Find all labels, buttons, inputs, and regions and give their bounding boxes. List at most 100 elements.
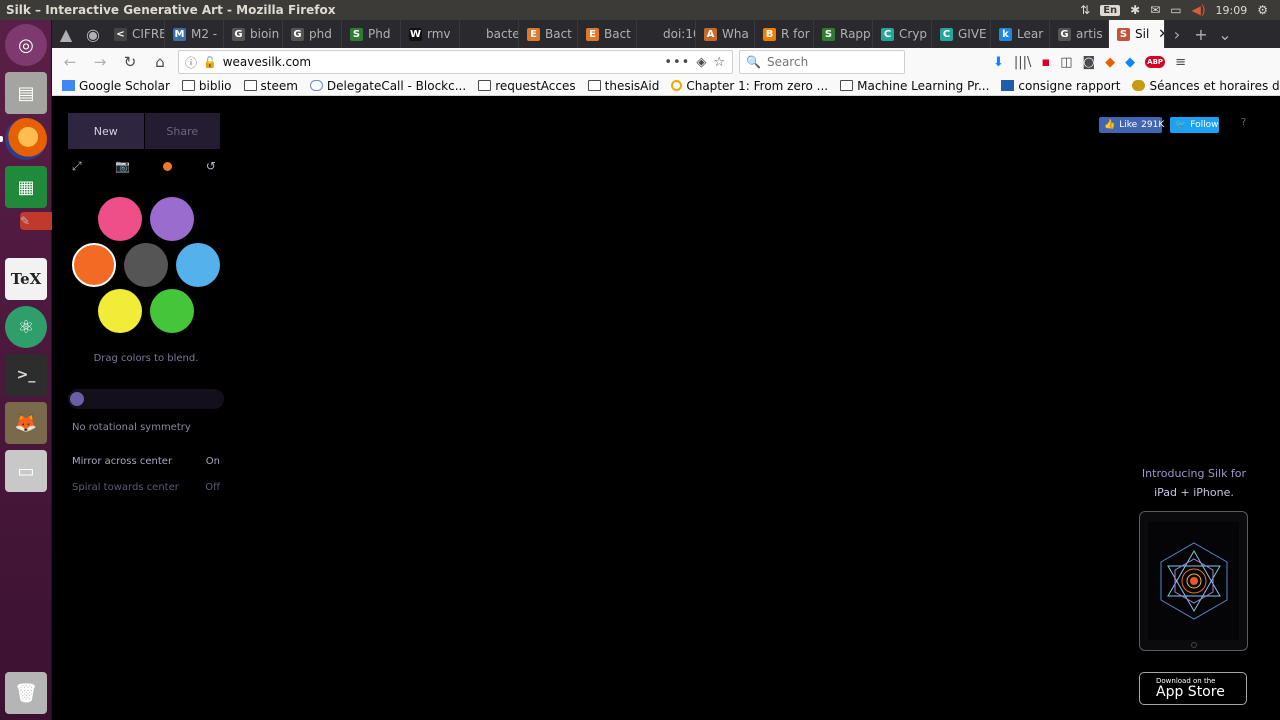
url-bar[interactable]: ⓘ 🔓 weavesilk.com ••• ◈ ☆ <box>178 50 733 74</box>
battery-icon[interactable]: ▭ <box>1170 3 1181 17</box>
sidebar-icon[interactable]: ◫ <box>1060 55 1072 70</box>
bluetooth-icon[interactable]: ✱ <box>1130 3 1140 17</box>
bookmark-item[interactable]: Machine Learning Pr... <box>840 79 989 93</box>
scroll-tabs-right-icon[interactable]: › <box>1165 25 1189 44</box>
all-tabs-menu-icon[interactable]: ⌄ <box>1213 25 1237 44</box>
tab-favicon-icon: G <box>232 27 245 41</box>
mail-icon[interactable]: ✉ <box>1150 3 1160 17</box>
color-swatch-blue[interactable] <box>176 243 220 287</box>
color-swatch-green[interactable] <box>150 289 194 333</box>
share-button[interactable]: Share <box>144 113 220 149</box>
tab-item[interactable]: doi:10.1 <box>637 20 696 48</box>
network-transfer-icon[interactable]: ⇅ <box>1080 3 1090 17</box>
keyboard-layout-indicator[interactable]: En <box>1100 4 1121 16</box>
tab-item[interactable]: bacteria <box>460 20 519 48</box>
bookmark-label: Google Scholar <box>79 78 170 93</box>
tab-item[interactable]: Gartis <box>1050 20 1109 48</box>
screenshot-icon[interactable]: ◙ <box>1083 55 1096 70</box>
tab-item[interactable]: E Bact <box>578 20 637 48</box>
color-swatch-pink[interactable] <box>98 197 142 241</box>
bookmark-label: thesisAid <box>604 78 660 93</box>
silk-canvas[interactable]: New Share ⤢ 📷 ↺ Drag colors to blend. No… <box>52 97 1280 720</box>
extension-orange-icon[interactable]: ◆ <box>1105 55 1115 70</box>
url-text[interactable]: weavesilk.com <box>223 55 659 69</box>
bookmark-item[interactable]: consigne rapport <box>1001 79 1120 93</box>
adblock-plus-icon[interactable]: ABP <box>1145 56 1166 68</box>
back-arrow-icon[interactable]: ← <box>58 50 82 74</box>
tab-item[interactable]: B R for <box>755 20 814 48</box>
camera-icon[interactable]: 📷 <box>115 159 130 173</box>
bookmark-item[interactable]: DelegateCall - Blockc... <box>309 79 466 93</box>
bookmark-item[interactable]: Google Scholar <box>62 79 170 93</box>
extension-red-icon[interactable]: ▪ <box>1041 55 1050 70</box>
bookmark-item[interactable]: requestAcces <box>478 79 576 93</box>
tab-item[interactable]: < CIFRE <box>106 20 165 48</box>
bookmark-item[interactable]: thesisAid <box>587 78 660 93</box>
texmaker-icon[interactable]: TeX <box>5 258 47 300</box>
files-icon[interactable]: ▤ <box>5 72 47 114</box>
bookmark-item[interactable]: biblio <box>181 79 232 93</box>
color-swatch-orange[interactable] <box>72 243 116 287</box>
current-color-icon[interactable] <box>163 161 173 171</box>
twitter-follow-button[interactable]: 🐦 Follow <box>1170 117 1219 133</box>
fullscreen-icon[interactable]: ⤢ <box>72 159 82 174</box>
new-tab-icon[interactable]: + <box>1189 25 1213 44</box>
undo-icon[interactable]: ↺ <box>206 159 216 173</box>
facebook-like-button[interactable]: 👍 Like 291K <box>1099 117 1164 133</box>
trash-icon[interactable]: 🗑 <box>5 672 47 714</box>
app-store-badge[interactable]: Download on the App Store <box>1139 672 1247 705</box>
firefox-icon[interactable] <box>5 118 47 160</box>
ipad-preview-image[interactable] <box>1139 511 1248 651</box>
tab-item[interactable]: M M2 - <box>165 20 224 48</box>
tab-item[interactable]: C Cryp <box>873 20 932 48</box>
library-icon[interactable]: |||\ <box>1014 55 1032 70</box>
search-bar[interactable]: 🔍 Search <box>739 50 905 74</box>
bookmark-item[interactable]: Séances et horaires d... <box>1132 79 1280 93</box>
bookmark-item[interactable]: Chapter 1: From zero ... <box>671 79 828 93</box>
gimp-icon[interactable]: 🦊 <box>5 402 47 444</box>
drive-icon[interactable]: ▭ <box>5 450 47 492</box>
color-swatch-purple[interactable] <box>150 197 194 241</box>
mirror-toggle[interactable]: Mirror across center On <box>72 456 220 467</box>
forward-arrow-icon[interactable]: → <box>88 50 112 74</box>
silk-panel-tabs: New Share <box>68 113 220 149</box>
atom-editor-icon[interactable]: ⚛ <box>5 306 47 348</box>
terminal-icon[interactable]: >_ <box>5 354 47 396</box>
extension-blue-icon[interactable]: ◆ <box>1125 55 1135 70</box>
open-menu-icon[interactable]: ≡ <box>1175 55 1186 70</box>
symmetry-slider-handle[interactable] <box>70 392 84 406</box>
pocket-icon[interactable]: ◈ <box>696 55 707 70</box>
color-swatch-yellow[interactable] <box>98 289 142 333</box>
spreadsheet-icon[interactable]: ▦ <box>5 166 47 208</box>
bookmark-star-icon[interactable]: ☆ <box>713 55 726 70</box>
tab-item[interactable]: Wrmv <box>401 20 460 48</box>
firefox-view-icon[interactable]: ▲ <box>52 25 80 44</box>
ubuntu-dash-icon[interactable]: ◎ <box>5 24 47 66</box>
symmetry-slider[interactable] <box>68 389 224 409</box>
tab-item[interactable]: S Rapp <box>814 20 873 48</box>
spiral-toggle[interactable]: Spiral towards center Off <box>72 482 220 493</box>
insecure-lock-icon[interactable]: 🔓 <box>203 56 217 69</box>
power-gear-icon[interactable]: ⚙ <box>1257 3 1268 17</box>
downloads-icon[interactable]: ⬇ <box>993 55 1004 70</box>
tab-item[interactable]: A Wha <box>696 20 755 48</box>
volume-icon[interactable]: ◀) <box>1192 3 1206 17</box>
tab-item[interactable]: S Phd <box>342 20 401 48</box>
tab-item[interactable]: Gbioin <box>224 20 283 48</box>
tab-item[interactable]: C GIVE <box>932 20 991 48</box>
tab-silk[interactable]: S Sil ✕ <box>1109 20 1165 48</box>
color-swatch-gray[interactable] <box>124 243 168 287</box>
new-button[interactable]: New <box>68 113 145 149</box>
site-info-icon[interactable]: ⓘ <box>185 54 197 71</box>
pinned-tab-icon[interactable]: ◉ <box>80 25 106 44</box>
tab-item[interactable]: k Lear <box>991 20 1050 48</box>
close-tab-icon[interactable]: ✕ <box>1158 27 1164 42</box>
clock[interactable]: 19:09 <box>1216 4 1248 17</box>
help-link[interactable]: ? <box>1241 117 1246 128</box>
home-icon[interactable]: ⌂ <box>148 50 172 74</box>
reload-icon[interactable]: ↻ <box>118 50 142 74</box>
bookmark-item[interactable]: steem <box>243 79 298 93</box>
tab-item[interactable]: Gphd <box>283 20 342 48</box>
tab-item[interactable]: E Bact <box>519 20 578 48</box>
page-actions-icon[interactable]: ••• <box>664 55 690 70</box>
